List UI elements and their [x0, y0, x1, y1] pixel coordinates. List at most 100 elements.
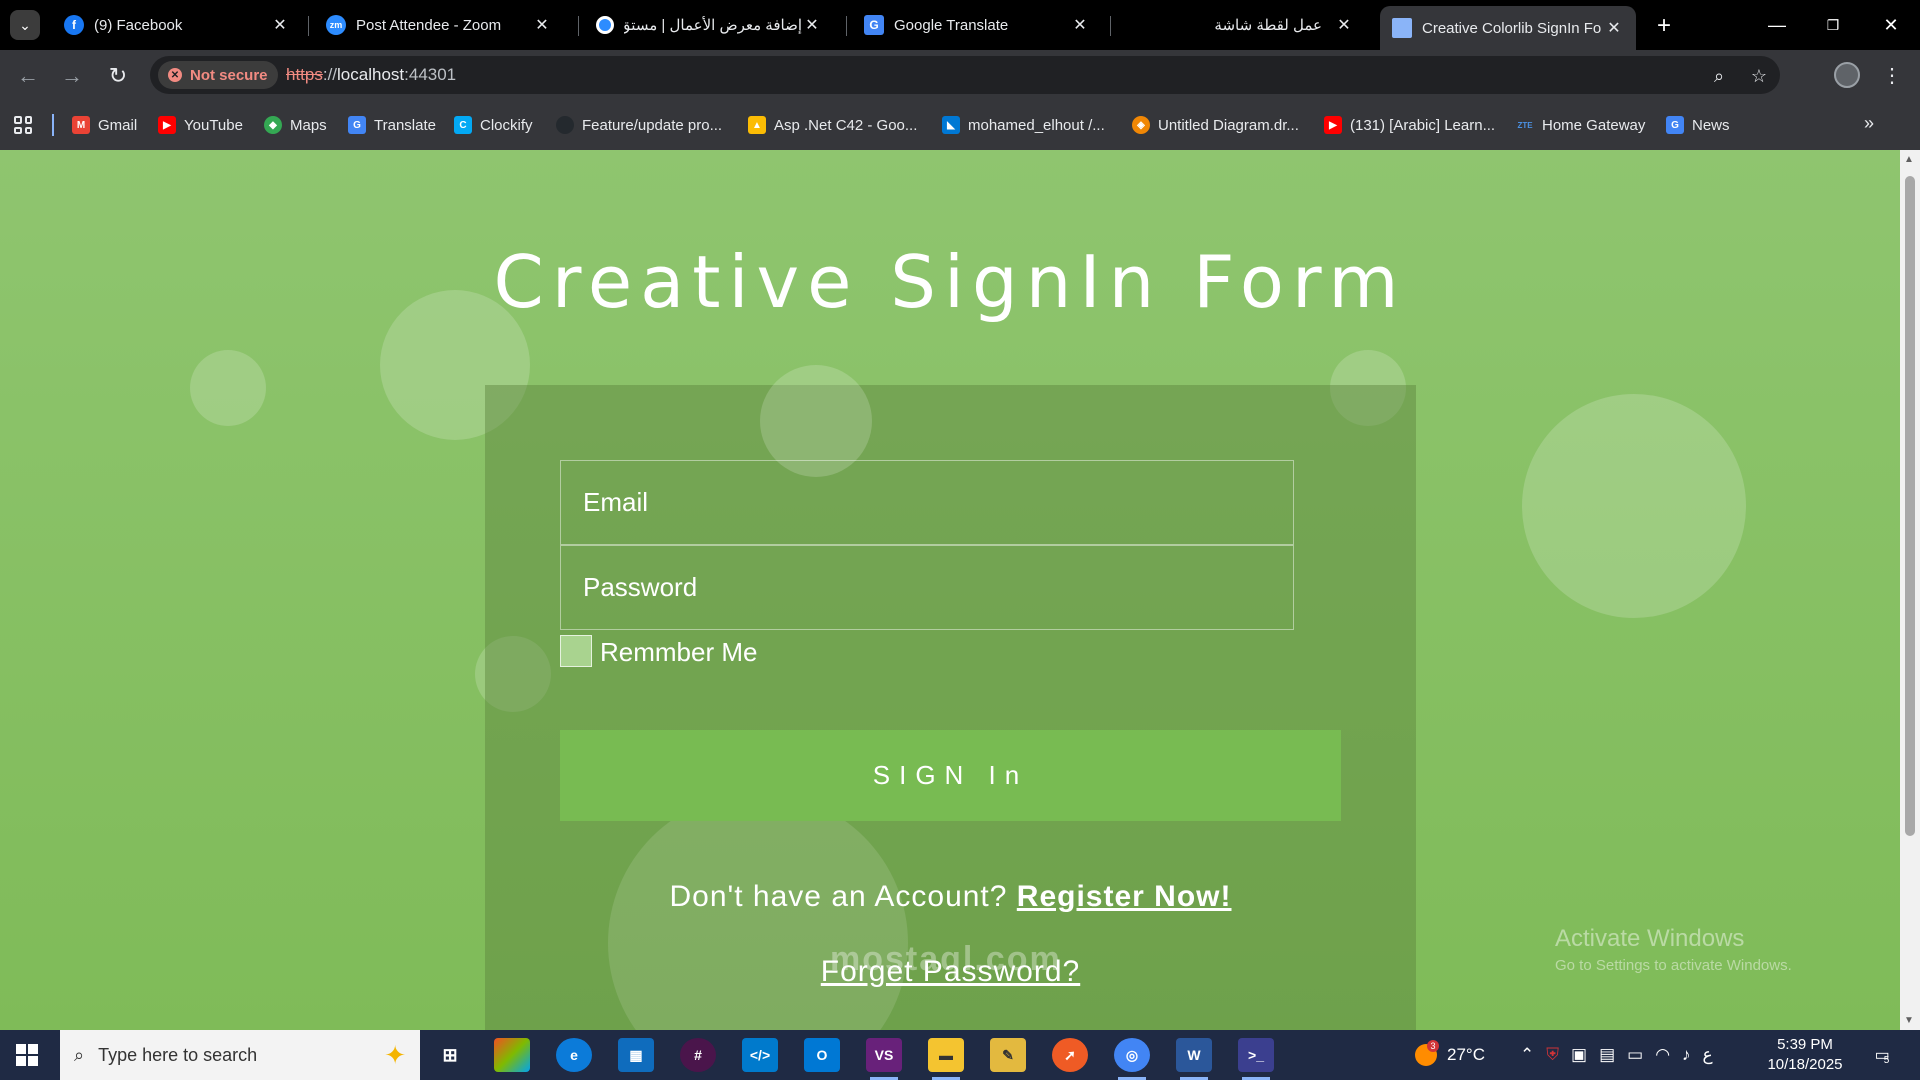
bookmark-youtube-learn[interactable]: ▶ (131) [Arabic] Learn... — [1324, 113, 1495, 137]
word-icon[interactable]: W — [1176, 1038, 1212, 1080]
bookmark-translate[interactable]: G Translate — [348, 113, 436, 137]
tab-mostaql[interactable]: إضافة معرض الأعمال | مستق ✕ — [584, 6, 834, 44]
translate-icon: G — [348, 116, 366, 134]
close-window-button[interactable]: ✕ — [1866, 8, 1916, 42]
signin-page: Creative SignIn Form Email Password Remm… — [0, 150, 1900, 1030]
close-icon[interactable]: ✕ — [1070, 15, 1090, 35]
edge-icon[interactable]: e — [556, 1038, 592, 1072]
password-input[interactable]: Password — [560, 545, 1294, 630]
file-explorer-icon[interactable]: ▬ — [928, 1038, 964, 1080]
battery-icon[interactable]: ▭ — [1627, 1045, 1643, 1065]
restore-icon: ❐ — [1826, 16, 1840, 33]
bookmark-star-icon[interactable]: ☆ — [1746, 63, 1772, 89]
close-icon[interactable]: ✕ — [1604, 18, 1624, 38]
url-host: localhost — [337, 65, 405, 84]
youtube-icon: ▶ — [158, 116, 176, 134]
google-news-icon: G — [1666, 116, 1684, 134]
register-now-link[interactable]: Register Now! — [1017, 880, 1232, 913]
task-view-icon[interactable]: ⊞ — [432, 1038, 468, 1072]
remember-me-label: Remmber Me — [600, 637, 758, 667]
meeting-icon[interactable]: ▣ — [1571, 1045, 1587, 1065]
input-language[interactable]: ع — [1703, 1045, 1713, 1065]
tab-signin-form[interactable]: Creative Colorlib SignIn Fo ✕ — [1380, 6, 1636, 50]
arrow-right-icon: → — [61, 63, 83, 88]
gmail-icon: M — [72, 116, 90, 134]
taskbar-search-box[interactable]: ⌕ Type here to search ✦ — [60, 1030, 420, 1080]
apps-grid-icon[interactable] — [14, 116, 32, 134]
drawio-icon: ◈ — [1132, 116, 1150, 134]
address-bar[interactable]: ✕ Not secure https://localhost:44301 ⌕ ☆ — [150, 56, 1780, 94]
reload-button[interactable]: ↻ — [102, 60, 134, 92]
bookmark-google-drive[interactable]: ▲ Asp .Net C42 - Goo... — [748, 113, 917, 137]
page-scrollbar[interactable]: ▲ ▼ — [1900, 150, 1920, 1030]
tab-zoom[interactable]: zm Post Attendee - Zoom ✕ — [314, 6, 564, 44]
bookmark-github[interactable]: Feature/update pro... — [556, 113, 722, 137]
back-button[interactable]: ← — [12, 60, 44, 92]
display-icon[interactable]: ▤ — [1599, 1045, 1615, 1065]
security-chip[interactable]: ✕ Not secure — [158, 61, 278, 89]
tab-facebook[interactable]: f (9) Facebook ✕ — [52, 6, 302, 44]
wifi-icon[interactable]: ◠ — [1655, 1045, 1670, 1065]
close-icon[interactable]: ✕ — [802, 15, 822, 35]
arrow-left-icon: ← — [17, 63, 39, 88]
microsoft-store-icon[interactable]: ▦ — [618, 1038, 654, 1072]
close-icon[interactable]: ✕ — [532, 15, 552, 35]
tab-screenshot[interactable]: عمل لقطة شاشة ✕ — [1116, 6, 1366, 44]
scrollbar-thumb[interactable] — [1905, 176, 1915, 836]
weather-widget[interactable]: 3 27°C — [1415, 1030, 1485, 1080]
slack-icon[interactable]: # — [680, 1038, 716, 1072]
more-vertical-icon: ⋮ — [1882, 64, 1902, 87]
signin-form: Email Password Remmber Me SIGN In Don't … — [485, 365, 1416, 1030]
terminal-icon[interactable]: >_ — [1238, 1038, 1274, 1080]
bookmark-clockify[interactable]: C Clockify — [454, 113, 533, 137]
clockify-icon: C — [454, 116, 472, 134]
url-port: :44301 — [404, 65, 457, 84]
minimize-icon: — — [1768, 14, 1786, 35]
bookmark-youtube[interactable]: ▶ YouTube — [158, 113, 243, 137]
menu-button[interactable]: ⋮ — [1880, 60, 1904, 90]
bookmark-news[interactable]: G News — [1666, 113, 1730, 137]
tab-title: Post Attendee - Zoom — [356, 16, 502, 34]
profile-avatar[interactable] — [1834, 62, 1860, 88]
taskbar-clock[interactable]: 5:39 PM 10/18/2025 — [1755, 1035, 1855, 1075]
remember-me-checkbox[interactable] — [560, 635, 592, 667]
sign-in-button[interactable]: SIGN In — [560, 730, 1341, 821]
forward-button[interactable]: → — [56, 60, 88, 92]
postman-icon[interactable]: ➚ — [1052, 1038, 1088, 1072]
restore-button[interactable]: ❐ — [1808, 8, 1858, 42]
more-bookmarks-icon[interactable]: » — [1864, 113, 1874, 134]
close-icon[interactable]: ✕ — [1334, 15, 1354, 35]
close-icon[interactable]: ✕ — [270, 15, 290, 35]
copilot-icon[interactable] — [494, 1038, 530, 1072]
tab-search-button[interactable]: ⌄ — [10, 10, 40, 40]
notifications-button[interactable]: ▭ 5 — [1868, 1042, 1896, 1068]
new-tab-button[interactable]: + — [1650, 12, 1678, 40]
visual-studio-icon[interactable]: VS — [866, 1038, 902, 1080]
bookmark-maps[interactable]: ◆ Maps — [264, 113, 327, 137]
bookmark-gmail[interactable]: M Gmail — [72, 113, 137, 137]
bookmark-drawio[interactable]: ◈ Untitled Diagram.dr... — [1132, 113, 1299, 137]
url-text[interactable]: https://localhost:44301 — [286, 65, 456, 85]
page-title: Creative SignIn Form — [493, 240, 1407, 324]
minimize-button[interactable]: — — [1752, 8, 1802, 42]
volume-icon[interactable]: ♪ — [1682, 1045, 1691, 1065]
windows-start-icon[interactable] — [16, 1044, 38, 1066]
azure-devops-icon: ◣ — [942, 116, 960, 134]
bookmark-home-gateway[interactable]: ZTE Home Gateway — [1516, 113, 1645, 137]
bookmark-azure-devops[interactable]: ◣ mohamed_elhout /... — [942, 113, 1105, 137]
vscode-icon[interactable]: </> — [742, 1038, 778, 1072]
decorative-bubble — [1522, 394, 1746, 618]
scroll-up-icon[interactable]: ▲ — [1904, 154, 1914, 165]
pinned-app-icon[interactable]: ✎ — [990, 1038, 1026, 1072]
bookmarks-bar: M Gmail ▶ YouTube ◆ Maps G Translate C Clocki… — [0, 100, 1920, 150]
shield-icon[interactable]: ⛨ — [1546, 1045, 1559, 1065]
chevron-up-icon[interactable]: ⌃ — [1520, 1045, 1534, 1065]
copilot-sparkle-icon: ✦ — [384, 1039, 406, 1070]
zoom-icon[interactable]: ⌕ — [1706, 63, 1732, 89]
tab-google-translate[interactable]: G Google Translate ✕ — [852, 6, 1102, 44]
email-input[interactable]: Email — [560, 460, 1294, 545]
outlook-icon[interactable]: O — [804, 1038, 840, 1072]
chrome-icon[interactable]: ◎ — [1114, 1038, 1150, 1080]
scroll-down-icon[interactable]: ▼ — [1904, 1015, 1914, 1026]
tab-title: عمل لقطة شاشة — [1214, 17, 1322, 34]
